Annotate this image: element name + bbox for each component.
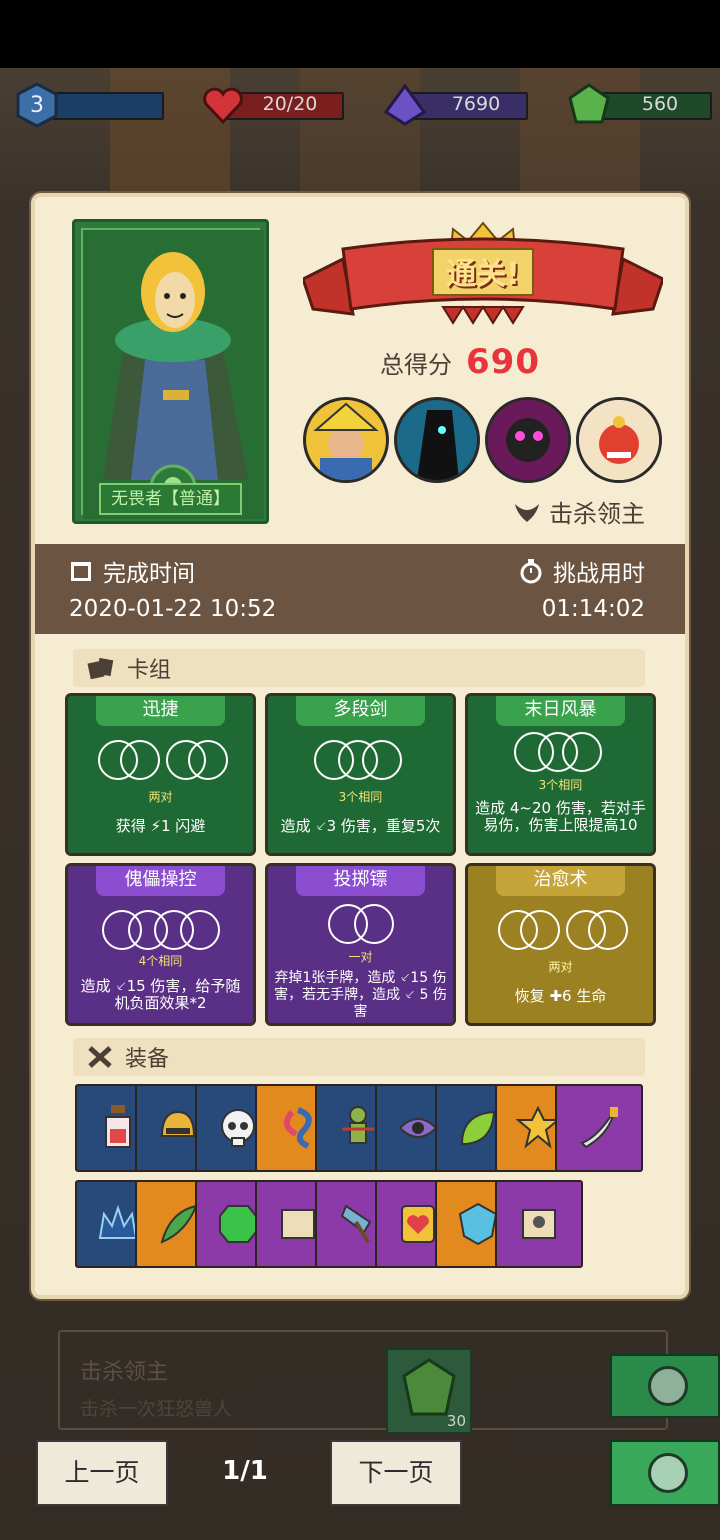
equipment-row-1 [75,1084,645,1172]
stopwatch-icon [520,559,542,584]
card-tag: 两对 [548,960,573,974]
hero-image [83,230,264,519]
gem-icon [568,83,610,124]
time-info: 完成时间 2020-01-22 10:52 挑战用时 01:14:02 [35,544,685,634]
card-title: 治愈术 [496,866,625,896]
achievement-desc: 击杀一次狂怒兽人 [80,1398,233,1420]
skull-scroll-icon[interactable] [495,1180,583,1268]
cards-icon [87,657,114,680]
finish-time-value: 2020-01-22 10:52 [69,596,277,622]
card-desc: 恢复 ✚6 生命 [514,987,607,1005]
equipment-title: 装备 [125,1047,170,1072]
equipment-row-2 [75,1180,585,1268]
kill-boss-text: 击杀领主 [549,500,645,528]
calendar-icon [71,562,91,581]
kill-boss-label: 击杀领主 [513,494,645,529]
card-tag: 3个相同 [538,778,583,792]
level-indicator: 3 [14,82,164,130]
hero-portrait: 无畏者【普通】 [72,219,269,524]
close-icon [648,1366,688,1406]
boss-avatar [485,397,571,483]
card-title: 多段剑 [296,696,425,726]
close-icon [648,1453,688,1493]
score-label: 总得分 [380,350,452,379]
card-title: 末日风暴 [496,696,625,726]
finish-label-text: 完成时间 [103,561,195,587]
challenge-time-label: 挑战用时 [519,554,645,588]
boss-horns-icon [515,503,539,522]
result-panel: 无畏者【普通】 通关! 总得分 690 击杀领主 完成时间 2020-01-22… [35,197,685,1295]
prev-page-button[interactable]: 上一页 [36,1440,168,1506]
card-desc: 造成 4~20 伤害，若对手 易伤，伤害上限提高10 [475,799,646,834]
bones-icon [88,1046,112,1068]
gem-value: 560 [641,93,679,115]
score-value: 690 [466,342,540,382]
hero-name: 无畏者【普通】 [99,483,242,515]
card-desc: 造成 ⸔15 伤害，给予随机负面效果*2 [80,977,241,1012]
resource-bar: 3 20/20 7690 560 [0,82,720,132]
boss-avatars [303,397,663,483]
total-score: 总得分 690 [380,340,540,384]
dagger-icon[interactable] [555,1084,643,1172]
card-title: 迅捷 [96,696,225,726]
card-swift[interactable]: 迅捷 两对 获得 ⚡1 闪避 [65,693,256,856]
deck-header: 卡组 [73,649,645,687]
equipment-header: 装备 [73,1038,645,1076]
card-title: 傀儡操控 [96,866,225,896]
victory-banner: 通关! [301,219,665,339]
card-throwing-dart[interactable]: 投掷镖 一对 弃掉1张手牌，造成 ⸔15 伤害，若无手牌，造成 ⸔ 5 伤害 [265,863,456,1026]
card-title: 投掷镖 [296,866,425,896]
banner-text: 通关! [446,257,520,292]
boss-avatar [303,397,389,483]
achievement-title: 击杀领主 [80,1360,169,1385]
level-value: 3 [30,93,44,118]
crystal-indicator: 7690 [382,82,530,130]
gem-indicator: 560 [566,82,714,130]
card-doom-storm[interactable]: 末日风暴 3个相同 造成 4~20 伤害，若对手 易伤，伤害上限提高10 [465,693,656,856]
crystal-icon [383,83,427,126]
challenge-label-text: 挑战用时 [553,561,645,587]
health-indicator: 20/20 [200,82,345,130]
card-desc: 获得 ⚡1 闪避 [115,817,206,835]
finish-time-label: 完成时间 [69,554,195,588]
health-value: 20/20 [262,93,318,115]
card-puppet-control[interactable]: 傀儡操控 4个相同 造成 ⸔15 伤害，给予随机负面效果*2 [65,863,256,1026]
card-tag: 4个相同 [138,954,183,968]
card-heal[interactable]: 治愈术 两对 恢复 ✚6 生命 [465,863,656,1026]
card-tag: 3个相同 [338,790,383,804]
card-tag: 两对 [148,790,173,804]
card-desc: 造成 ⸔3 伤害，重复5次 [280,817,441,835]
boss-avatar [394,397,480,483]
achievement-reward: 30 [386,1348,472,1434]
status-bar [0,0,720,68]
achievement-item: 击杀领主 击杀一次狂怒兽人 30 [58,1330,668,1434]
crystal-value: 7690 [451,93,501,115]
card-tag: 一对 [348,950,373,964]
boss-avatar [576,397,662,483]
close-button[interactable] [610,1440,720,1506]
card-desc: 弃掉1张手牌，造成 ⸔15 伤害，若无手牌，造成 ⸔ 5 伤害 [274,970,447,1020]
page-indicator: 1/1 [222,1456,268,1486]
deck-title: 卡组 [127,658,172,683]
card-multi-sword[interactable]: 多段剑 3个相同 造成 ⸔3 伤害，重复5次 [265,693,456,856]
claim-button-disabled[interactable] [610,1354,720,1418]
next-page-button[interactable]: 下一页 [330,1440,462,1506]
reward-count: 30 [446,1412,466,1430]
challenge-time-value: 01:14:02 [541,596,645,622]
